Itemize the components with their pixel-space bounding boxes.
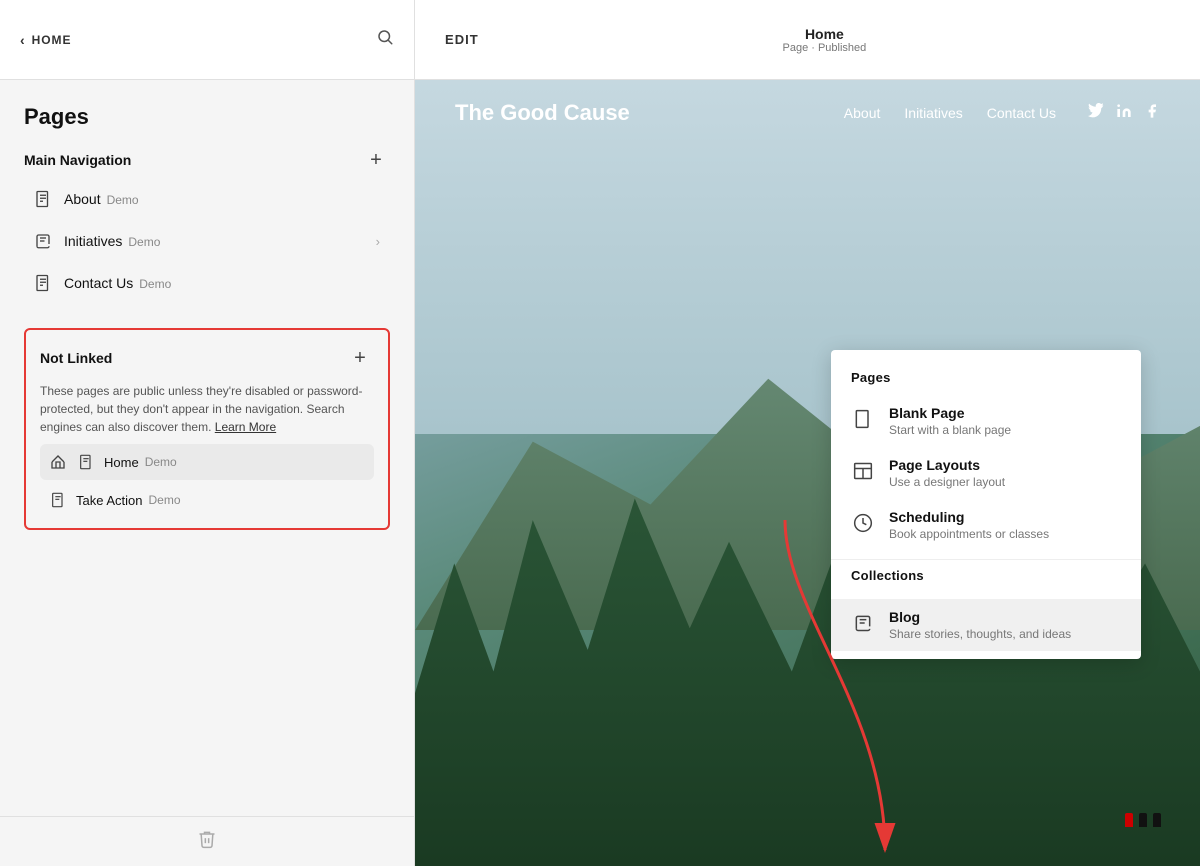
dropdown-blog-title: Blog [889,609,1071,625]
person-red [1125,813,1133,827]
page-item-home[interactable]: Home Demo [40,444,374,480]
dropdown-scheduling-content: Scheduling Book appointments or classes [889,509,1049,541]
page-icon-contact [32,272,54,294]
main-nav-label: Main Navigation [24,152,131,168]
facebook-icon[interactable] [1144,103,1160,124]
add-not-linked-button[interactable]: + [346,344,374,372]
add-nav-item-button[interactable]: + [362,146,390,174]
nav-section-header: Main Navigation + [24,146,390,174]
search-icon[interactable] [376,28,394,51]
dropdown-item-blog[interactable]: Blog Share stories, thoughts, and ideas [831,599,1141,651]
page-info: Home Page · Published [783,26,867,54]
dropdown-layouts-desc: Use a designer layout [889,475,1005,489]
learn-more-link[interactable]: Learn More [215,420,276,434]
dropdown-divider [831,559,1141,560]
nav-item-about-badge: Demo [107,193,139,207]
not-linked-description: These pages are public unless they're di… [40,382,374,436]
linkedin-icon[interactable] [1116,103,1132,124]
edit-button[interactable]: EDIT [445,32,479,47]
sidebar-pages-title: Pages [0,80,414,146]
page-status: Page · Published [783,42,867,54]
person-1 [1139,813,1147,827]
website-nav-initiatives[interactable]: Initiatives [904,105,962,121]
website-preview: The Good Cause About Initiatives Contact… [415,80,1200,866]
twitter-icon[interactable] [1088,103,1104,124]
person-2 [1153,813,1161,827]
dropdown-item-blank[interactable]: Blank Page Start with a blank page [831,395,1141,447]
page-item-home-badge: Demo [145,455,177,469]
nav-item-contact-text: Contact Us Demo [64,275,380,291]
page-item-action-badge: Demo [149,493,181,507]
dropdown-item-scheduling[interactable]: Scheduling Book appointments or classes [831,499,1141,551]
nav-item-contact[interactable]: Contact Us Demo [24,262,390,304]
blog-icon [32,230,54,252]
nav-item-contact-name: Contact Us [64,275,133,291]
home-icon [48,452,68,472]
sidebar-footer [0,816,414,866]
dropdown-scheduling-desc: Book appointments or classes [889,527,1049,541]
dropdown-layouts-content: Page Layouts Use a designer layout [889,457,1005,489]
not-linked-items-list: Home Demo Take Action Demo [40,444,374,518]
not-linked-header: Not Linked + [40,344,374,372]
website-nav-about[interactable]: About [844,105,881,121]
people [1125,813,1161,827]
blank-page-icon [851,407,875,431]
page-item-take-action[interactable]: Take Action Demo [40,482,374,518]
header: ‹ HOME EDIT Home Page · Published [0,0,1200,80]
dropdown-blank-content: Blank Page Start with a blank page [889,405,1011,437]
header-right: EDIT Home Page · Published [415,0,1200,79]
dropdown-blog-content: Blog Share stories, thoughts, and ideas [889,609,1071,641]
nav-item-initiatives[interactable]: Initiatives Demo › [24,220,390,262]
delete-icon[interactable] [197,829,217,854]
page-doc-icon [76,452,96,472]
nav-item-about-name: About [64,191,101,207]
page-icon [32,188,54,210]
nav-item-contact-badge: Demo [139,277,171,291]
back-label: HOME [32,33,72,47]
layouts-icon [851,459,875,483]
main-content: Pages Main Navigation + [0,80,1200,866]
nav-item-initiatives-text: Initiatives Demo [64,233,376,249]
dropdown-pages-title: Pages [831,370,1141,395]
website-logo: The Good Cause [455,100,630,126]
dropdown-collections-title: Collections [851,568,1121,593]
website-nav: About Initiatives Contact Us [844,103,1160,124]
page-item-action-name: Take Action [76,493,143,508]
nav-item-about[interactable]: About Demo [24,178,390,220]
dropdown-collections-section: Collections [831,568,1141,599]
sidebar: Pages Main Navigation + [0,80,415,866]
page-title: Home [783,26,867,42]
dropdown-layouts-title: Page Layouts [889,457,1005,473]
dropdown-blank-title: Blank Page [889,405,1011,421]
dropdown-blog-desc: Share stories, thoughts, and ideas [889,627,1071,641]
main-navigation-section: Main Navigation + About [0,146,414,320]
nav-item-initiatives-name: Initiatives [64,233,122,249]
website-navbar: The Good Cause About Initiatives Contact… [415,80,1200,146]
back-button[interactable]: ‹ HOME [20,32,71,48]
not-linked-label: Not Linked [40,350,112,366]
blog-collection-icon [851,611,875,635]
chevron-right-icon: › [376,234,380,249]
dropdown-panel: Pages Blank Page Start with a blank page [831,350,1141,659]
social-icons [1088,103,1160,124]
website-nav-contact[interactable]: Contact Us [987,105,1056,121]
chevron-left-icon: ‹ [20,32,26,48]
page-item-home-name: Home [104,455,139,470]
header-left: ‹ HOME [0,0,415,79]
dropdown-scheduling-title: Scheduling [889,509,1049,525]
page-doc-icon-action [48,490,68,510]
nav-item-about-text: About Demo [64,191,380,207]
nav-items-list: About Demo Initiat [24,178,390,304]
nav-item-initiatives-badge: Demo [128,235,160,249]
clock-icon [851,511,875,535]
not-linked-section: Not Linked + These pages are public unle… [24,328,390,530]
dropdown-item-layouts[interactable]: Page Layouts Use a designer layout [831,447,1141,499]
dropdown-blank-desc: Start with a blank page [889,423,1011,437]
